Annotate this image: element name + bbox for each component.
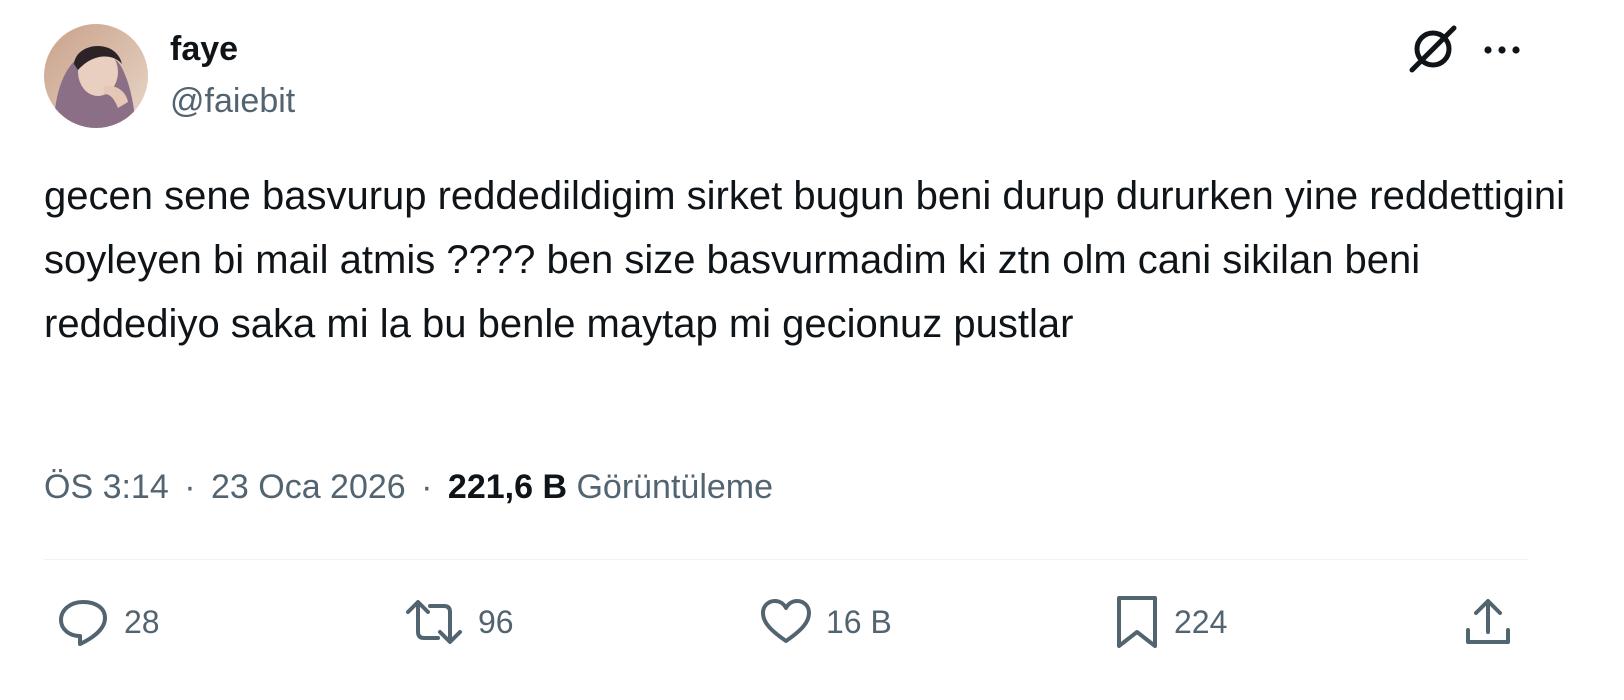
grok-icon[interactable] [1408, 24, 1458, 74]
retweet-button[interactable]: 96 [404, 596, 514, 648]
tweet-time[interactable]: ÖS 3:14 [44, 468, 169, 506]
retweet-icon [404, 596, 464, 648]
share-icon [1462, 596, 1514, 648]
avatar[interactable] [44, 24, 148, 128]
tweet-text: gecen sene basvurup reddedildigim sirket… [44, 174, 1577, 346]
share-button[interactable] [1462, 596, 1514, 648]
divider [44, 559, 1528, 560]
meta-separator: · [421, 468, 433, 506]
tweet-card: faye @faiebit gecen sene basvurup redded… [0, 0, 1624, 700]
reply-count: 28 [124, 604, 160, 640]
meta-separator: · [184, 468, 196, 506]
more-icon[interactable] [1480, 30, 1524, 70]
reply-button[interactable]: 28 [56, 596, 160, 648]
like-count: 16 B [826, 604, 892, 640]
author-display-name[interactable]: faye [170, 26, 238, 72]
like-button[interactable]: 16 B [760, 596, 892, 648]
heart-icon [760, 596, 812, 648]
tweet-date[interactable]: 23 Oca 2026 [211, 468, 406, 506]
bookmark-count: 224 [1174, 604, 1228, 640]
views-label: Görüntüleme [576, 468, 774, 506]
author-handle[interactable]: @faiebit [170, 78, 295, 124]
retweet-count: 96 [478, 604, 514, 640]
tweet-meta: ÖS 3:14 · 23 Oca 2026 · 221,6 B Görüntül… [44, 462, 773, 512]
avatar-image [44, 24, 148, 128]
views-count: 221,6 B [447, 468, 568, 506]
bookmark-icon [1114, 594, 1160, 650]
bookmark-button[interactable]: 224 [1114, 596, 1227, 648]
reply-icon [56, 596, 110, 648]
